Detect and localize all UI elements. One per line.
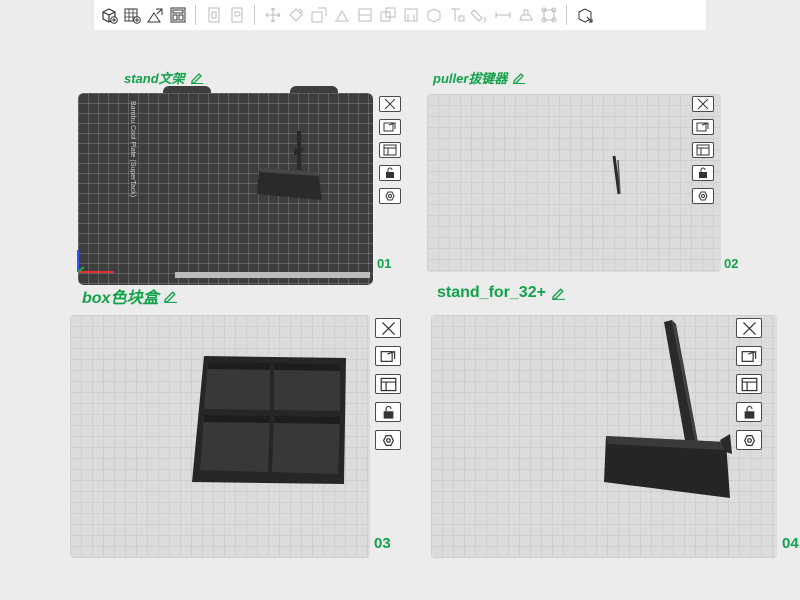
split-to-objects-icon[interactable] [203, 3, 224, 27]
plate-settings-icon[interactable] [736, 374, 762, 394]
orient-plate-icon[interactable] [736, 430, 762, 450]
auto-arrange-plate-icon[interactable] [692, 119, 714, 135]
remove-plate-icon[interactable] [736, 318, 762, 338]
plate-tools [375, 318, 401, 450]
plate-tools [692, 96, 714, 204]
plate-name: stand_for_32+ [437, 284, 546, 301]
measure-icon[interactable] [492, 3, 513, 27]
assembly-icon[interactable] [515, 3, 536, 27]
remove-plate-icon[interactable] [375, 318, 401, 338]
auto-arrange-plate-icon[interactable] [736, 346, 762, 366]
plate-number: 01 [377, 256, 392, 271]
build-plate[interactable] [427, 94, 721, 272]
lock-plate-icon[interactable] [692, 165, 714, 181]
auto-arrange-plate-icon[interactable] [375, 346, 401, 366]
plate-number: 02 [724, 256, 739, 271]
plate-tools [379, 96, 401, 204]
edit-name-icon[interactable] [190, 72, 204, 84]
split-to-parts-icon[interactable] [226, 3, 247, 27]
model-puller-02[interactable] [610, 154, 624, 198]
edit-name-icon[interactable] [551, 287, 566, 300]
remove-plate-icon[interactable] [692, 96, 714, 112]
plate-name-label[interactable]: stand_for_32+ [437, 284, 566, 302]
lock-plate-icon[interactable] [736, 402, 762, 422]
text-emboss-icon[interactable] [446, 3, 467, 27]
cut-icon[interactable] [354, 3, 375, 27]
arrange-icon[interactable] [167, 3, 188, 27]
rotate-icon[interactable] [285, 3, 306, 27]
assembly-view-icon[interactable] [574, 3, 595, 27]
lock-plate-icon[interactable] [375, 402, 401, 422]
orient-plate-icon[interactable] [692, 188, 714, 204]
bed-label: Bambu Cool Plate (SuperTack) [129, 101, 136, 198]
boolean-icon[interactable] [377, 3, 398, 27]
plate-number: 04 [782, 535, 799, 552]
orient-plate-icon[interactable] [379, 188, 401, 204]
plate-settings-icon[interactable] [379, 142, 401, 158]
plate-name: puller拔键器 [433, 71, 508, 86]
lay-on-face-icon[interactable] [331, 3, 352, 27]
edit-name-icon[interactable] [163, 290, 178, 303]
orient-plate-icon[interactable] [375, 430, 401, 450]
toolbar-separator [254, 5, 255, 25]
top-toolbar [94, 0, 706, 30]
move-icon[interactable] [262, 3, 283, 27]
plate-settings-icon[interactable] [375, 374, 401, 394]
plate-number: 03 [374, 535, 391, 552]
build-plate[interactable]: Bambu Cool Plate (SuperTack) [78, 93, 373, 285]
plate-name-label[interactable]: puller拔键器 [433, 68, 526, 87]
color-paint-icon[interactable] [469, 3, 490, 27]
plate-name: stand文架 [124, 71, 185, 86]
brim-ears-icon[interactable] [538, 3, 559, 27]
model-stand-01[interactable] [254, 128, 326, 202]
model-stand-04[interactable] [602, 318, 738, 500]
add-plate-icon[interactable] [121, 3, 142, 27]
plate-name-label[interactable]: stand文架 [124, 68, 204, 87]
auto-orient-icon[interactable] [144, 3, 165, 27]
remove-plate-icon[interactable] [379, 96, 401, 112]
auto-arrange-plate-icon[interactable] [379, 119, 401, 135]
bed-bottom-strip [175, 272, 370, 278]
add-cube-icon[interactable] [98, 3, 119, 27]
plate-settings-icon[interactable] [692, 142, 714, 158]
model-box-03[interactable] [190, 354, 350, 486]
lock-plate-icon[interactable] [379, 165, 401, 181]
axis-gizmo-icon [77, 250, 114, 273]
toolbar-separator [566, 5, 567, 25]
plate-name-label[interactable]: box色块盒 [82, 284, 178, 308]
plate-name: box色块盒 [82, 290, 159, 307]
scale-icon[interactable] [308, 3, 329, 27]
support-paint-icon[interactable] [400, 3, 421, 27]
edit-name-icon[interactable] [512, 72, 526, 84]
toolbar-separator [195, 5, 196, 25]
plate-tools [736, 318, 762, 450]
seam-paint-icon[interactable] [423, 3, 444, 27]
